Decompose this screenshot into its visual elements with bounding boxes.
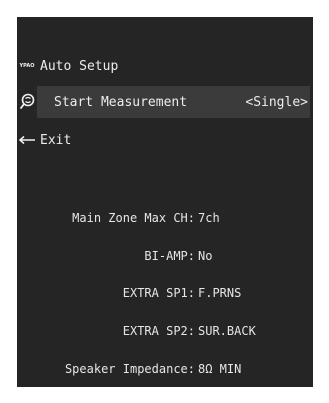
ypao-logo-icon: YPAO bbox=[17, 50, 37, 82]
exit-label: Exit bbox=[40, 132, 72, 148]
info-label: Speaker Impedance: bbox=[64, 362, 195, 376]
auto-setup-title-row: YPAO Auto Setup bbox=[17, 50, 313, 82]
info-row-bi-amp: BI-AMP: No bbox=[17, 246, 313, 268]
info-row-extra-sp1: EXTRA SP1: F.PRNS bbox=[17, 283, 313, 305]
measurement-mode-value: <Single> bbox=[245, 94, 308, 110]
return-arrow-icon bbox=[17, 124, 37, 156]
start-measurement-item[interactable]: Start Measurement <Single> bbox=[37, 86, 310, 118]
info-label: EXTRA SP2: bbox=[122, 324, 195, 338]
info-row-max-ch: Main Zone Max CH: 7ch bbox=[17, 208, 313, 230]
start-measurement-label: Start Measurement bbox=[54, 94, 188, 110]
exit-item[interactable]: Exit bbox=[17, 124, 313, 156]
ypao-logo-text: YPAO bbox=[19, 63, 35, 69]
info-value: F.PRNS bbox=[198, 286, 242, 300]
auto-setup-title: Auto Setup bbox=[40, 58, 119, 74]
info-value: 8Ω MIN bbox=[198, 362, 242, 376]
info-value: 7ch bbox=[198, 211, 220, 225]
info-value: SUR.BACK bbox=[198, 324, 256, 338]
info-value: No bbox=[198, 249, 213, 263]
info-row-extra-sp2: EXTRA SP2: SUR.BACK bbox=[17, 321, 313, 343]
microphone-icon bbox=[17, 86, 37, 118]
setup-screen: YPAO Auto Setup Start Measurement <Singl… bbox=[17, 17, 313, 387]
info-label: BI-AMP: bbox=[144, 249, 195, 263]
info-row-speaker-impedance: Speaker Impedance: 8Ω MIN bbox=[17, 359, 313, 381]
info-label: Main Zone Max CH: bbox=[72, 211, 195, 225]
info-label: EXTRA SP1: bbox=[122, 286, 195, 300]
